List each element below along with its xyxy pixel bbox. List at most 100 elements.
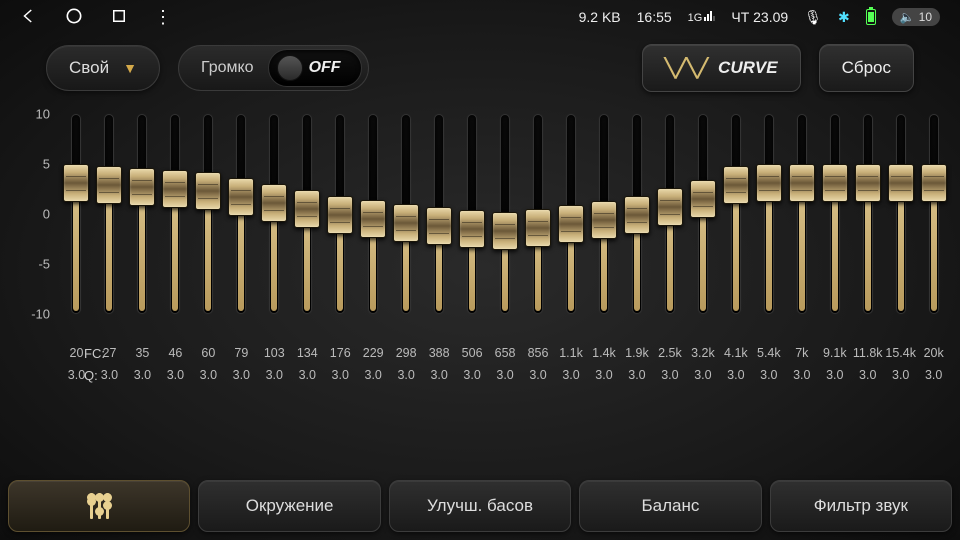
- fc-value: 176: [324, 346, 357, 360]
- q-value: 3.0: [159, 368, 192, 382]
- eq-band-24[interactable]: [851, 114, 884, 314]
- tab-filter[interactable]: Фильтр звук: [770, 480, 952, 532]
- eq-band-2[interactable]: [126, 114, 159, 314]
- slider-knob[interactable]: [492, 212, 518, 250]
- q-value: 3.0: [555, 368, 588, 382]
- reset-button[interactable]: Сброс: [819, 44, 914, 92]
- eq-band-1[interactable]: [93, 114, 126, 314]
- toggle-state-label: OFF: [309, 59, 341, 77]
- slider-knob[interactable]: [228, 178, 254, 216]
- waveform-icon: ╲╱╲╱: [665, 58, 708, 79]
- eq-band-3[interactable]: [159, 114, 192, 314]
- eq-band-20[interactable]: [719, 114, 752, 314]
- eq-band-15[interactable]: [555, 114, 588, 314]
- q-value: 3.0: [390, 368, 423, 382]
- tab-balance[interactable]: Баланс: [579, 480, 761, 532]
- eq-band-16[interactable]: [588, 114, 621, 314]
- slider-knob[interactable]: [789, 164, 815, 202]
- slider-knob[interactable]: [558, 205, 584, 243]
- eq-band-9[interactable]: [357, 114, 390, 314]
- eq-band-25[interactable]: [884, 114, 917, 314]
- slider-knob[interactable]: [690, 180, 716, 218]
- slider-knob[interactable]: [723, 166, 749, 204]
- slider-knob[interactable]: [96, 166, 122, 204]
- slider-knob[interactable]: [162, 170, 188, 208]
- eq-band-17[interactable]: [620, 114, 653, 314]
- curve-button[interactable]: ╲╱╲╱ CURVE: [642, 44, 801, 92]
- status-bar: ⋮ 9.2 KB 16:55 1G ЧТ 23.09 🎙 ✱ 🔈10: [0, 0, 960, 34]
- slider-knob[interactable]: [393, 204, 419, 242]
- slider-knob[interactable]: [591, 201, 617, 239]
- q-value: 3.0: [456, 368, 489, 382]
- y-tick: 5: [20, 157, 50, 172]
- slider-knob[interactable]: [525, 209, 551, 247]
- slider-knob[interactable]: [294, 190, 320, 228]
- back-icon[interactable]: [20, 7, 38, 28]
- sliders-container: [60, 114, 950, 314]
- eq-band-11[interactable]: [423, 114, 456, 314]
- fc-value: 856: [522, 346, 555, 360]
- eq-band-7[interactable]: [291, 114, 324, 314]
- menu-icon[interactable]: ⋮: [154, 7, 172, 28]
- equalizer: 1050-5-10: [0, 114, 960, 336]
- reset-label: Сброс: [842, 58, 891, 78]
- slider-knob[interactable]: [855, 164, 881, 202]
- slider-knob[interactable]: [657, 188, 683, 226]
- eq-band-26[interactable]: [917, 114, 950, 314]
- eq-band-8[interactable]: [324, 114, 357, 314]
- q-value: 3.0: [818, 368, 851, 382]
- slider-knob[interactable]: [195, 172, 221, 210]
- fc-value: 9.1k: [818, 346, 851, 360]
- eq-band-23[interactable]: [818, 114, 851, 314]
- eq-band-13[interactable]: [489, 114, 522, 314]
- fc-value: 60: [192, 346, 225, 360]
- q-value: 3.0: [752, 368, 785, 382]
- fc-value: 298: [390, 346, 423, 360]
- eq-band-21[interactable]: [752, 114, 785, 314]
- frequency-readout: FC: 202735466079103134176229298388506658…: [0, 336, 960, 386]
- tab-surround[interactable]: Окружение: [198, 480, 380, 532]
- fc-value: 2.5k: [653, 346, 686, 360]
- slider-knob[interactable]: [261, 184, 287, 222]
- eq-band-10[interactable]: [390, 114, 423, 314]
- tab-bass[interactable]: Улучш. басов: [389, 480, 571, 532]
- eq-band-4[interactable]: [192, 114, 225, 314]
- fc-value: 103: [258, 346, 291, 360]
- recent-icon[interactable]: [110, 7, 128, 28]
- slider-knob[interactable]: [756, 164, 782, 202]
- loudness-control: Громко OFF: [178, 45, 369, 91]
- eq-band-12[interactable]: [456, 114, 489, 314]
- slider-knob[interactable]: [327, 196, 353, 234]
- fc-value: 658: [489, 346, 522, 360]
- eq-band-14[interactable]: [522, 114, 555, 314]
- bluetooth-icon: ✱: [838, 9, 850, 26]
- fc-value: 7k: [785, 346, 818, 360]
- slider-knob[interactable]: [459, 210, 485, 248]
- slider-knob[interactable]: [426, 207, 452, 245]
- eq-band-22[interactable]: [785, 114, 818, 314]
- slider-knob[interactable]: [888, 164, 914, 202]
- slider-knob[interactable]: [360, 200, 386, 238]
- eq-band-5[interactable]: [225, 114, 258, 314]
- slider-knob[interactable]: [624, 196, 650, 234]
- slider-knob[interactable]: [921, 164, 947, 202]
- q-value: 3.0: [291, 368, 324, 382]
- slider-knob[interactable]: [822, 164, 848, 202]
- tab-eq[interactable]: [8, 480, 190, 532]
- fc-value: 506: [456, 346, 489, 360]
- chevron-down-icon: ▼: [123, 60, 137, 76]
- slider-knob[interactable]: [63, 164, 89, 202]
- eq-band-19[interactable]: [686, 114, 719, 314]
- home-icon[interactable]: [64, 6, 84, 29]
- clock: 16:55: [637, 9, 672, 25]
- slider-knob[interactable]: [129, 168, 155, 206]
- eq-band-0[interactable]: [60, 114, 93, 314]
- loudness-toggle[interactable]: OFF: [268, 49, 362, 87]
- mic-icon[interactable]: 🎙: [804, 9, 822, 26]
- volume-badge[interactable]: 🔈10: [892, 8, 940, 26]
- bottom-tabs: Окружение Улучш. басов Баланс Фильтр зву…: [8, 480, 952, 532]
- y-tick: -10: [20, 307, 50, 322]
- eq-band-18[interactable]: [653, 114, 686, 314]
- preset-dropdown[interactable]: Свой ▼: [46, 45, 160, 91]
- eq-band-6[interactable]: [258, 114, 291, 314]
